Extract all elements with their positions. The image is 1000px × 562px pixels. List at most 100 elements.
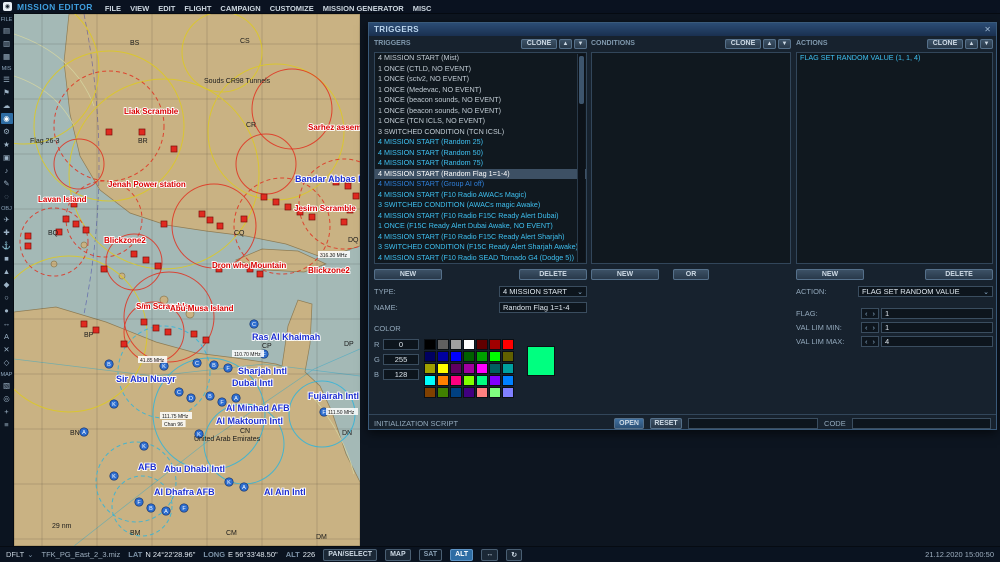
trigger-list-item[interactable]: 4 MISSION START (F10 Radio F15C Ready Al… xyxy=(375,211,586,222)
spin-left-icon[interactable]: ‹ xyxy=(865,337,868,346)
actions-list[interactable]: FLAG SET RANDOM VALUE (1, 1, 4) xyxy=(796,52,993,264)
red-unit-marker[interactable] xyxy=(139,129,145,135)
red-unit-marker[interactable] xyxy=(155,263,161,269)
trigger-list-item[interactable]: 1 ONCE (beacon sounds, NO EVENT) xyxy=(375,106,586,117)
trigger-list-item[interactable]: 1 ONCE (Medevac, NO EVENT) xyxy=(375,85,586,96)
red-unit-marker[interactable] xyxy=(101,266,107,272)
red-unit-marker[interactable] xyxy=(207,217,213,223)
color-swatch[interactable] xyxy=(476,387,488,398)
clone-action-button[interactable]: CLONE xyxy=(927,39,963,49)
trigger-list-item[interactable]: 4 MISSION START (Mist) xyxy=(375,53,586,64)
color-swatch[interactable] xyxy=(450,339,462,350)
action-type-select[interactable]: FLAG SET RANDOM VALUE ⌄ xyxy=(858,286,993,297)
satellite-view-icon[interactable]: ◎ xyxy=(1,393,13,404)
color-swatch[interactable] xyxy=(489,363,501,374)
measure-distance-icon[interactable]: ↔ xyxy=(1,318,13,329)
open-script-button[interactable]: OPEN xyxy=(614,418,644,429)
add-template-icon[interactable]: ◆ xyxy=(1,279,13,290)
grid-toggle-icon[interactable]: + xyxy=(1,406,13,417)
red-unit-marker[interactable] xyxy=(309,214,315,220)
color-swatch[interactable] xyxy=(424,351,436,362)
color-swatch[interactable] xyxy=(489,351,501,362)
trigger-list-item[interactable]: 4 MISSION START (Random 50) xyxy=(375,148,586,159)
trigger-list-item[interactable]: 3 SWITCHED CONDITION (TCN ICSL) xyxy=(375,127,586,138)
weather-icon[interactable]: ☁ xyxy=(1,100,13,111)
color-swatch[interactable] xyxy=(437,375,449,386)
color-swatch[interactable] xyxy=(437,387,449,398)
add-trigger-zone-icon[interactable]: ○ xyxy=(1,292,13,303)
clone-trigger-button[interactable]: CLONE xyxy=(521,39,557,49)
select-tool-icon[interactable]: ◇ xyxy=(1,357,13,368)
red-unit-marker[interactable] xyxy=(161,221,167,227)
clone-condition-button[interactable]: CLONE xyxy=(725,39,761,49)
mission-goals-icon[interactable]: ★ xyxy=(1,139,13,150)
profile-select[interactable]: DFLT ⌄ xyxy=(6,550,34,559)
color-swatch[interactable] xyxy=(476,363,488,374)
red-unit-marker[interactable] xyxy=(25,233,31,239)
color-swatch[interactable] xyxy=(463,339,475,350)
triggers-icon[interactable]: ◉ xyxy=(1,113,13,124)
reset-script-button[interactable]: RESET xyxy=(650,418,682,429)
refresh-icon[interactable]: ↻ xyxy=(506,549,522,561)
red-unit-marker[interactable] xyxy=(165,329,171,335)
action-move-up-icon[interactable]: ▲ xyxy=(965,39,978,49)
delete-object-icon[interactable]: ✕ xyxy=(1,344,13,355)
color-swatch[interactable] xyxy=(437,351,449,362)
color-swatch[interactable] xyxy=(424,339,436,350)
menu-item-edit[interactable]: EDIT xyxy=(158,4,175,13)
roads-toggle-icon[interactable]: ≡ xyxy=(1,419,13,430)
color-swatch[interactable] xyxy=(502,375,514,386)
menu-item-campaign[interactable]: CAMPAIGN xyxy=(220,4,260,13)
trigger-move-up-icon[interactable]: ▲ xyxy=(559,39,572,49)
val-lim-max-spinner[interactable]: ‹ › xyxy=(861,336,879,347)
map-viewport[interactable]: KCBFCDBFAKAKKFBAFKAFFBKC316.30 MHz41.85 … xyxy=(14,14,360,546)
color-swatch[interactable] xyxy=(463,351,475,362)
trigger-move-down-icon[interactable]: ▼ xyxy=(574,39,587,49)
color-swatch[interactable] xyxy=(450,387,462,398)
color-swatch[interactable] xyxy=(450,363,462,374)
trigger-list-item[interactable]: 4 MISSION START (Random 25) xyxy=(375,137,586,148)
menu-item-file[interactable]: FILE xyxy=(105,4,121,13)
condition-move-down-icon[interactable]: ▼ xyxy=(778,39,791,49)
trigger-list-item[interactable]: 1 ONCE (F15C Ready Alert Dubai Awake, NO… xyxy=(375,221,586,232)
trigger-list-item[interactable]: 3 SWITCHED CONDITION (AWACs magic Awake) xyxy=(375,200,586,211)
trigger-list-item[interactable]: 4 MISSION START (F10 Radio SEAD Tornado … xyxy=(375,253,586,264)
new-condition-button[interactable]: NEW xyxy=(591,269,659,280)
trigger-list-item[interactable]: 3 SWITCHED CONDITION (F15C Ready Alert S… xyxy=(375,242,586,253)
color-swatch[interactable] xyxy=(476,375,488,386)
spin-right-icon[interactable]: › xyxy=(873,309,876,318)
conditions-list[interactable] xyxy=(591,52,791,264)
color-swatch[interactable] xyxy=(437,339,449,350)
briefing-icon[interactable]: ⚑ xyxy=(1,87,13,98)
menu-item-misc[interactable]: MISC xyxy=(413,4,432,13)
color-swatch[interactable] xyxy=(476,351,488,362)
trigger-list-item[interactable]: 1 ONCE (sctv2, NO EVENT) xyxy=(375,74,586,85)
menu-item-customize[interactable]: CUSTOMIZE xyxy=(270,4,314,13)
new-trigger-button[interactable]: NEW xyxy=(374,269,442,280)
flag-value-input[interactable]: 1 xyxy=(881,308,993,319)
delete-trigger-button[interactable]: DELETE xyxy=(519,269,587,280)
color-swatch[interactable] xyxy=(476,339,488,350)
save-mission-icon[interactable]: ▦ xyxy=(1,51,13,62)
add-airplane-icon[interactable]: ✈ xyxy=(1,214,13,225)
spin-left-icon[interactable]: ‹ xyxy=(865,323,868,332)
scrollbar-thumb[interactable] xyxy=(579,56,584,104)
red-unit-marker[interactable] xyxy=(285,204,291,210)
flag-spinner[interactable]: ‹ › xyxy=(861,308,879,319)
g-value-input[interactable]: 255 xyxy=(383,354,419,365)
spin-left-icon[interactable]: ‹ xyxy=(865,309,868,318)
red-unit-marker[interactable] xyxy=(273,199,279,205)
color-swatch[interactable] xyxy=(450,375,462,386)
red-unit-marker[interactable] xyxy=(199,211,205,217)
red-unit-marker[interactable] xyxy=(261,194,267,200)
trigger-list-item[interactable]: 4 MISSION START (Random 75) xyxy=(375,158,586,169)
script-file-input[interactable] xyxy=(688,418,818,429)
color-swatch[interactable] xyxy=(502,351,514,362)
red-unit-marker[interactable] xyxy=(121,341,127,347)
condition-move-up-icon[interactable]: ▲ xyxy=(763,39,776,49)
color-swatch[interactable] xyxy=(502,387,514,398)
red-unit-marker[interactable] xyxy=(353,193,359,199)
add-label-icon[interactable]: A xyxy=(1,331,13,342)
color-swatch[interactable] xyxy=(502,339,514,350)
red-unit-marker[interactable] xyxy=(241,216,247,222)
